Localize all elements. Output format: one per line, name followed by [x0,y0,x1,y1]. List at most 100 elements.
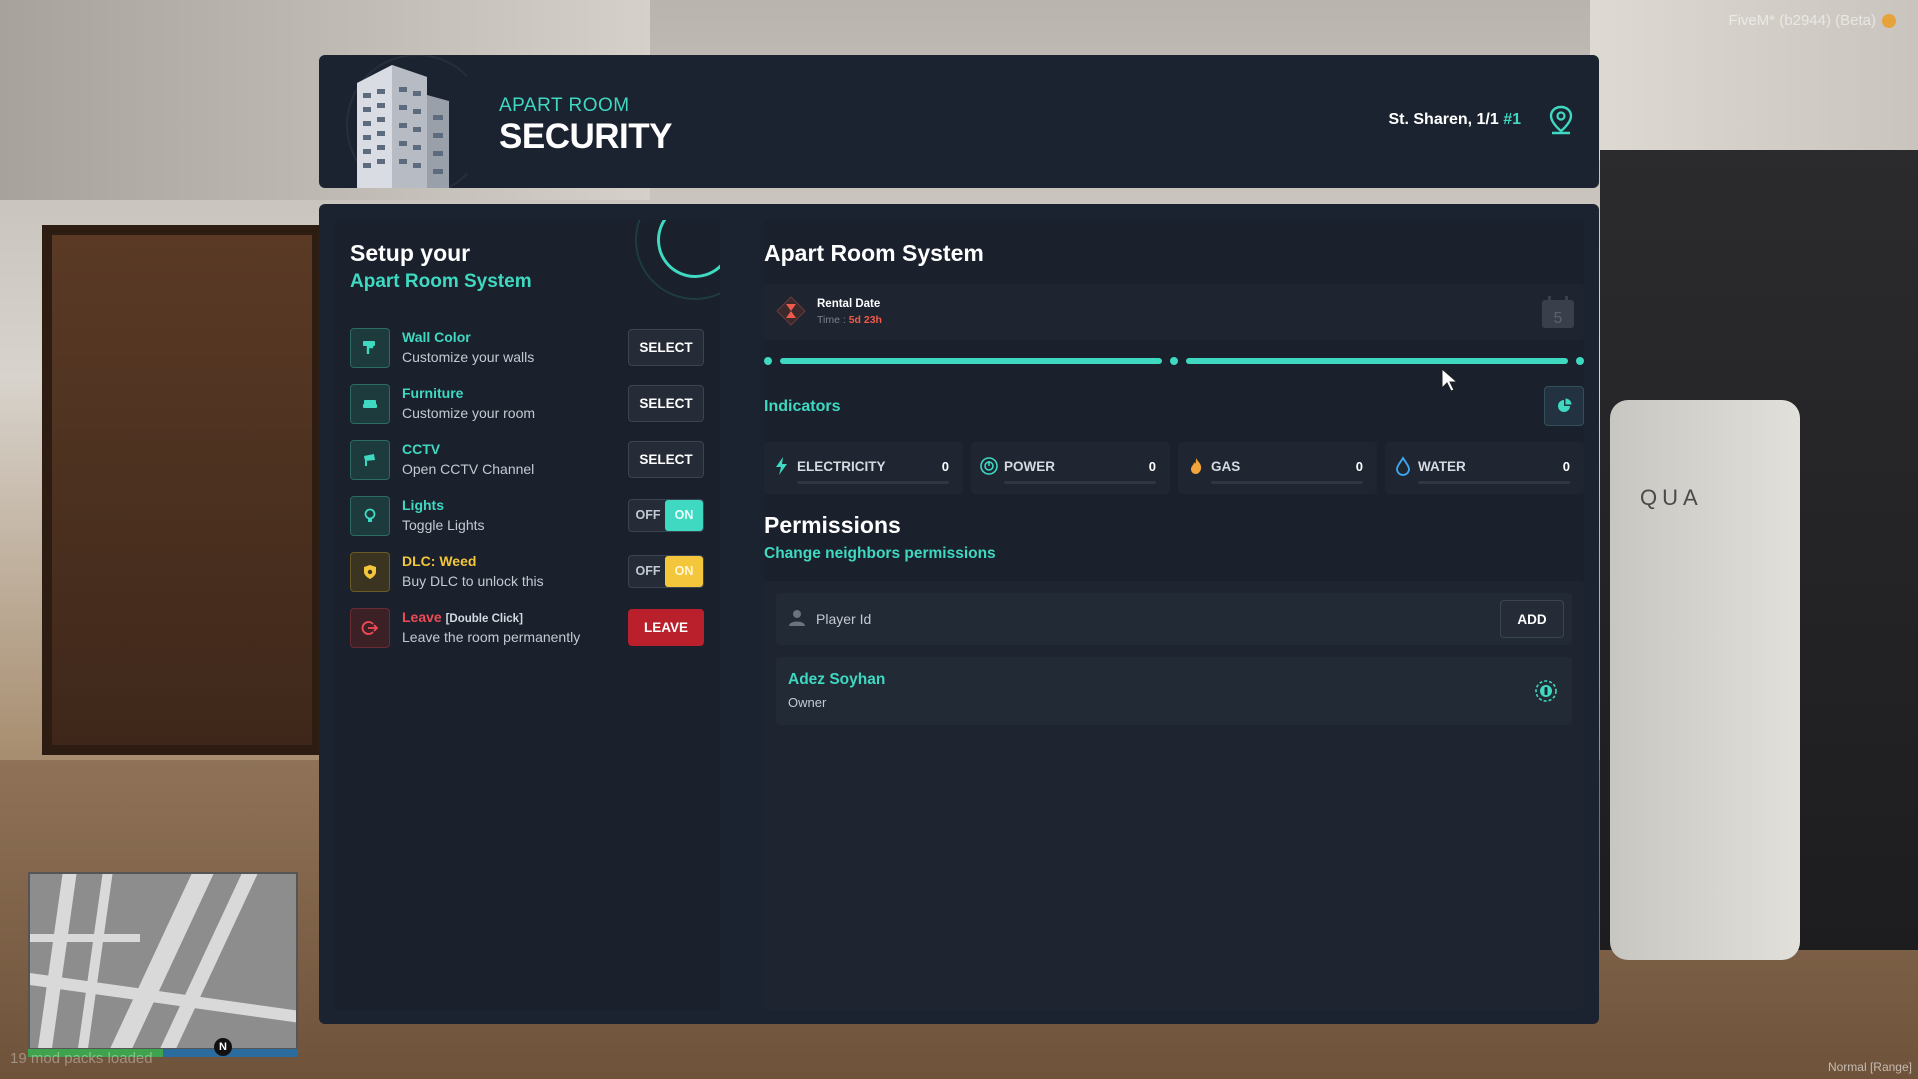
meter-value: 0 [1148,459,1156,474]
dlc-weed-toggle[interactable]: OFF ON [628,555,704,588]
cctv-select-button[interactable]: SELECT [628,441,704,478]
meter-label: ELECTRICITY [797,459,886,474]
pie-chart-icon [1558,398,1572,412]
option-name: CCTV [402,441,441,457]
lightning-icon [776,457,787,475]
rental-progress [764,356,1584,366]
building-icon [346,55,467,188]
meter-label: GAS [1211,459,1241,474]
meter-value: 0 [941,459,949,474]
voice-range-label: Normal [Range] [1827,1060,1912,1074]
minimap [28,872,298,1050]
meter-value: 0 [1562,459,1570,474]
member-row: Adez Soyhan Owner [776,657,1572,725]
toggle-off-label[interactable]: OFF [629,500,667,531]
meter-track [1004,481,1156,484]
toggle-on-label[interactable]: ON [665,556,703,587]
system-title: Apart Room System [764,240,984,266]
room-number: #1 [1503,111,1521,128]
option-cctv: CCTV Open CCTV Channel SELECT [350,440,720,480]
option-leave: Leave [Double Click] Leave the room perm… [350,608,720,648]
option-desc: Leave the room permanently [402,629,581,645]
shield-leaf-icon [350,552,390,592]
calendar-icon: 5 [1542,296,1574,328]
cctv-camera-icon [350,440,390,480]
option-wall-color: Wall Color Customize your walls SELECT [350,328,720,368]
permissions-title: Permissions [764,512,901,538]
option-desc: Buy DLC to unlock this [402,573,544,589]
setup-title: Setup your [350,240,471,266]
meter-track [1418,481,1570,484]
calendar-day: 5 [1554,310,1563,327]
hourglass-icon [776,296,806,326]
lights-toggle[interactable]: OFF ON [628,499,704,532]
toggle-on-label[interactable]: ON [665,500,703,531]
scene-fridge [1610,400,1800,960]
option-desc: Customize your room [402,405,536,421]
compass-north-icon: N [214,1038,232,1056]
toggle-off-label[interactable]: OFF [629,556,667,587]
meter-label: POWER [1004,459,1056,474]
option-desc: Toggle Lights [402,517,485,533]
indicator-meters: ELECTRICITY 0 POWER 0 GAS 0 WATER 0 [764,442,1584,494]
power-icon [980,457,998,475]
rental-time-value: 5d 23h [848,314,882,326]
scene-door [42,225,322,755]
progress-segment [1186,358,1568,364]
option-name: Leave [Double Click] [402,609,523,625]
setup-subtitle: Apart Room System [350,271,532,292]
rental-date-label: Rental Date [817,298,881,310]
progress-dot [1170,357,1178,365]
fivem-version-label: FiveM* (b2944) (Beta) [1728,12,1896,29]
meter-value: 0 [1355,459,1363,474]
meter-electricity: ELECTRICITY 0 [764,442,963,494]
indicators-title: Indicators [764,398,841,415]
meter-label: WATER [1418,459,1466,474]
pie-chart-button[interactable] [1544,386,1584,426]
add-player-row: ADD [776,593,1572,645]
exit-icon [350,608,390,648]
permissions-subtitle: Change neighbors permissions [764,545,996,562]
fridge-brand: QUA [1640,485,1703,510]
add-player-button[interactable]: ADD [1500,600,1564,638]
location-pin-icon[interactable] [1547,105,1575,135]
main-panel: Setup your Apart Room System Wall Color … [319,204,1599,1024]
meter-water: WATER 0 [1385,442,1584,494]
double-click-hint: [Double Click] [445,613,523,625]
member-name: Adez Soyhan [788,671,886,688]
rental-date-card: Rental Date Time : 5d 23h 5 [764,284,1584,340]
progress-dot [1576,357,1584,365]
meter-track [797,481,949,484]
leave-button[interactable]: LEAVE [628,609,704,646]
wall-color-select-button[interactable]: SELECT [628,329,704,366]
rental-time: Time : 5d 23h [817,314,882,326]
option-furniture: Furniture Customize your room SELECT [350,384,720,424]
setup-column: Setup your Apart Room System Wall Color … [335,220,720,1010]
user-icon [789,610,805,626]
system-column: Apart Room System Rental Date Time : 5d … [764,220,1584,1010]
meter-power: POWER 0 [971,442,1170,494]
furniture-select-button[interactable]: SELECT [628,385,704,422]
option-lights: Lights Toggle Lights OFF ON [350,496,720,536]
lightbulb-icon [350,496,390,536]
progress-dot [764,357,772,365]
mouse-cursor-icon [1441,368,1459,392]
player-id-input[interactable] [816,601,1466,637]
mods-loaded-label: 19 mod packs loaded [10,1050,153,1067]
option-name: Wall Color [402,329,471,345]
security-header: APART ROOM SECURITY St. Sharen, 1/1 #1 [319,55,1599,188]
sofa-icon [350,384,390,424]
header-title: SECURITY [499,117,672,156]
header-subtitle: APART ROOM [499,95,630,116]
fivem-logo-icon [1882,14,1896,29]
option-desc: Customize your walls [402,349,535,365]
option-desc: Open CCTV Channel [402,461,535,477]
permissions-box: ADD Adez Soyhan Owner [764,581,1584,1010]
meter-track [1211,481,1363,484]
meter-gas: GAS 0 [1178,442,1377,494]
member-role: Owner [788,695,827,710]
owner-badge-icon[interactable] [1534,679,1558,703]
room-location: St. Sharen, 1/1 #1 [1388,111,1521,128]
flame-icon [1191,458,1202,474]
option-dlc-weed: DLC: Weed Buy DLC to unlock this OFF ON [350,552,720,592]
